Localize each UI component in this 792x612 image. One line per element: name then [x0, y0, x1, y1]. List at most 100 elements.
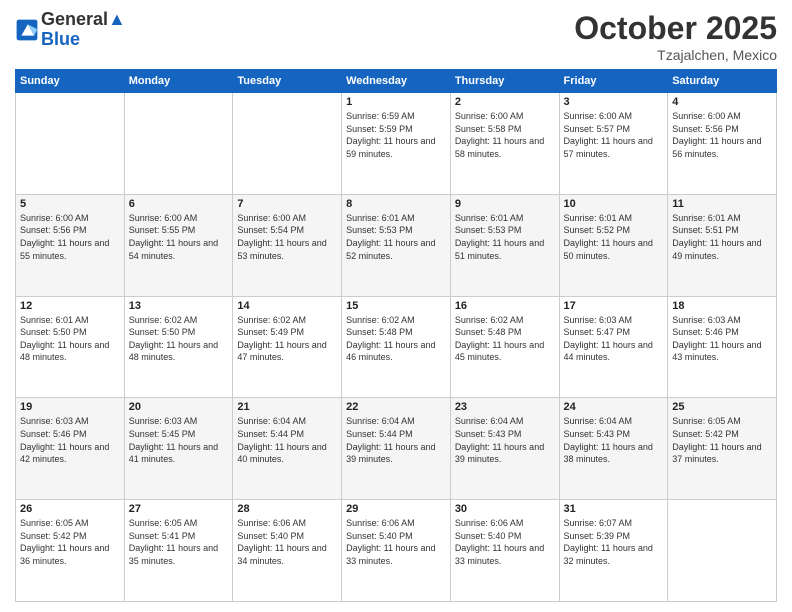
day-info: Sunrise: 6:01 AM Sunset: 5:53 PM Dayligh… — [346, 212, 446, 262]
calendar-cell: 10 Sunrise: 6:01 AM Sunset: 5:52 PM Dayl… — [559, 194, 668, 296]
day-info: Sunrise: 6:04 AM Sunset: 5:43 PM Dayligh… — [455, 415, 555, 465]
day-info: Sunrise: 6:03 AM Sunset: 5:45 PM Dayligh… — [129, 415, 229, 465]
day-number: 2 — [455, 96, 555, 108]
day-info: Sunrise: 6:59 AM Sunset: 5:59 PM Dayligh… — [346, 110, 446, 160]
logo-text: General▲ Blue — [41, 10, 126, 50]
day-number: 9 — [455, 198, 555, 210]
day-info: Sunrise: 6:07 AM Sunset: 5:39 PM Dayligh… — [564, 517, 664, 567]
day-number: 3 — [564, 96, 664, 108]
day-number: 7 — [237, 198, 337, 210]
day-info: Sunrise: 6:00 AM Sunset: 5:55 PM Dayligh… — [129, 212, 229, 262]
header: General▲ Blue October 2025 Tzajalchen, M… — [15, 10, 777, 63]
calendar-week-5: 26 Sunrise: 6:05 AM Sunset: 5:42 PM Dayl… — [16, 500, 777, 602]
location: Tzajalchen, Mexico — [574, 47, 777, 63]
calendar-week-4: 19 Sunrise: 6:03 AM Sunset: 5:46 PM Dayl… — [16, 398, 777, 500]
calendar-header-row: SundayMondayTuesdayWednesdayThursdayFrid… — [16, 70, 777, 93]
calendar-cell — [16, 93, 125, 195]
day-info: Sunrise: 6:06 AM Sunset: 5:40 PM Dayligh… — [346, 517, 446, 567]
day-number: 26 — [20, 503, 120, 515]
calendar-cell: 25 Sunrise: 6:05 AM Sunset: 5:42 PM Dayl… — [668, 398, 777, 500]
day-number: 5 — [20, 198, 120, 210]
page: General▲ Blue October 2025 Tzajalchen, M… — [0, 0, 792, 612]
day-info: Sunrise: 6:00 AM Sunset: 5:54 PM Dayligh… — [237, 212, 337, 262]
day-info: Sunrise: 6:05 AM Sunset: 5:42 PM Dayligh… — [20, 517, 120, 567]
calendar-cell: 29 Sunrise: 6:06 AM Sunset: 5:40 PM Dayl… — [342, 500, 451, 602]
calendar-cell: 19 Sunrise: 6:03 AM Sunset: 5:46 PM Dayl… — [16, 398, 125, 500]
day-number: 15 — [346, 300, 446, 312]
calendar-cell: 24 Sunrise: 6:04 AM Sunset: 5:43 PM Dayl… — [559, 398, 668, 500]
day-number: 31 — [564, 503, 664, 515]
day-number: 18 — [672, 300, 772, 312]
calendar-cell: 7 Sunrise: 6:00 AM Sunset: 5:54 PM Dayli… — [233, 194, 342, 296]
calendar-cell: 8 Sunrise: 6:01 AM Sunset: 5:53 PM Dayli… — [342, 194, 451, 296]
calendar-cell — [668, 500, 777, 602]
day-number: 10 — [564, 198, 664, 210]
day-info: Sunrise: 6:05 AM Sunset: 5:42 PM Dayligh… — [672, 415, 772, 465]
calendar-header-thursday: Thursday — [450, 70, 559, 93]
day-info: Sunrise: 6:04 AM Sunset: 5:44 PM Dayligh… — [346, 415, 446, 465]
calendar-cell: 2 Sunrise: 6:00 AM Sunset: 5:58 PM Dayli… — [450, 93, 559, 195]
calendar-cell: 21 Sunrise: 6:04 AM Sunset: 5:44 PM Dayl… — [233, 398, 342, 500]
calendar-cell: 18 Sunrise: 6:03 AM Sunset: 5:46 PM Dayl… — [668, 296, 777, 398]
day-number: 12 — [20, 300, 120, 312]
calendar-cell: 28 Sunrise: 6:06 AM Sunset: 5:40 PM Dayl… — [233, 500, 342, 602]
day-info: Sunrise: 6:03 AM Sunset: 5:46 PM Dayligh… — [672, 314, 772, 364]
day-number: 4 — [672, 96, 772, 108]
calendar-header-wednesday: Wednesday — [342, 70, 451, 93]
day-number: 1 — [346, 96, 446, 108]
day-number: 8 — [346, 198, 446, 210]
day-number: 6 — [129, 198, 229, 210]
day-info: Sunrise: 6:01 AM Sunset: 5:52 PM Dayligh… — [564, 212, 664, 262]
day-info: Sunrise: 6:02 AM Sunset: 5:49 PM Dayligh… — [237, 314, 337, 364]
day-info: Sunrise: 6:01 AM Sunset: 5:53 PM Dayligh… — [455, 212, 555, 262]
day-info: Sunrise: 6:03 AM Sunset: 5:47 PM Dayligh… — [564, 314, 664, 364]
calendar-cell: 4 Sunrise: 6:00 AM Sunset: 5:56 PM Dayli… — [668, 93, 777, 195]
calendar-cell — [233, 93, 342, 195]
calendar-header-saturday: Saturday — [668, 70, 777, 93]
day-info: Sunrise: 6:05 AM Sunset: 5:41 PM Dayligh… — [129, 517, 229, 567]
day-info: Sunrise: 6:04 AM Sunset: 5:44 PM Dayligh… — [237, 415, 337, 465]
title-block: October 2025 Tzajalchen, Mexico — [574, 10, 777, 63]
day-number: 27 — [129, 503, 229, 515]
calendar-table: SundayMondayTuesdayWednesdayThursdayFrid… — [15, 69, 777, 602]
calendar-cell: 14 Sunrise: 6:02 AM Sunset: 5:49 PM Dayl… — [233, 296, 342, 398]
day-info: Sunrise: 6:00 AM Sunset: 5:57 PM Dayligh… — [564, 110, 664, 160]
day-info: Sunrise: 6:00 AM Sunset: 5:56 PM Dayligh… — [672, 110, 772, 160]
day-info: Sunrise: 6:00 AM Sunset: 5:58 PM Dayligh… — [455, 110, 555, 160]
day-number: 24 — [564, 401, 664, 413]
calendar-cell: 30 Sunrise: 6:06 AM Sunset: 5:40 PM Dayl… — [450, 500, 559, 602]
calendar-cell: 16 Sunrise: 6:02 AM Sunset: 5:48 PM Dayl… — [450, 296, 559, 398]
calendar-cell: 12 Sunrise: 6:01 AM Sunset: 5:50 PM Dayl… — [16, 296, 125, 398]
logo-line1: General — [41, 9, 108, 29]
calendar-cell: 23 Sunrise: 6:04 AM Sunset: 5:43 PM Dayl… — [450, 398, 559, 500]
calendar-cell: 11 Sunrise: 6:01 AM Sunset: 5:51 PM Dayl… — [668, 194, 777, 296]
calendar-cell — [124, 93, 233, 195]
calendar-header-tuesday: Tuesday — [233, 70, 342, 93]
day-info: Sunrise: 6:00 AM Sunset: 5:56 PM Dayligh… — [20, 212, 120, 262]
calendar-cell: 17 Sunrise: 6:03 AM Sunset: 5:47 PM Dayl… — [559, 296, 668, 398]
day-number: 14 — [237, 300, 337, 312]
calendar-header-friday: Friday — [559, 70, 668, 93]
calendar-week-1: 1 Sunrise: 6:59 AM Sunset: 5:59 PM Dayli… — [16, 93, 777, 195]
day-number: 13 — [129, 300, 229, 312]
day-number: 25 — [672, 401, 772, 413]
calendar-cell: 20 Sunrise: 6:03 AM Sunset: 5:45 PM Dayl… — [124, 398, 233, 500]
calendar-cell: 5 Sunrise: 6:00 AM Sunset: 5:56 PM Dayli… — [16, 194, 125, 296]
day-number: 23 — [455, 401, 555, 413]
calendar-cell: 15 Sunrise: 6:02 AM Sunset: 5:48 PM Dayl… — [342, 296, 451, 398]
day-number: 19 — [20, 401, 120, 413]
day-info: Sunrise: 6:01 AM Sunset: 5:51 PM Dayligh… — [672, 212, 772, 262]
day-info: Sunrise: 6:06 AM Sunset: 5:40 PM Dayligh… — [455, 517, 555, 567]
calendar-cell: 22 Sunrise: 6:04 AM Sunset: 5:44 PM Dayl… — [342, 398, 451, 500]
calendar-cell: 3 Sunrise: 6:00 AM Sunset: 5:57 PM Dayli… — [559, 93, 668, 195]
calendar-cell: 26 Sunrise: 6:05 AM Sunset: 5:42 PM Dayl… — [16, 500, 125, 602]
calendar-cell: 13 Sunrise: 6:02 AM Sunset: 5:50 PM Dayl… — [124, 296, 233, 398]
calendar-cell: 9 Sunrise: 6:01 AM Sunset: 5:53 PM Dayli… — [450, 194, 559, 296]
day-info: Sunrise: 6:03 AM Sunset: 5:46 PM Dayligh… — [20, 415, 120, 465]
day-number: 29 — [346, 503, 446, 515]
calendar-cell: 31 Sunrise: 6:07 AM Sunset: 5:39 PM Dayl… — [559, 500, 668, 602]
day-number: 21 — [237, 401, 337, 413]
day-number: 11 — [672, 198, 772, 210]
day-info: Sunrise: 6:04 AM Sunset: 5:43 PM Dayligh… — [564, 415, 664, 465]
day-number: 30 — [455, 503, 555, 515]
